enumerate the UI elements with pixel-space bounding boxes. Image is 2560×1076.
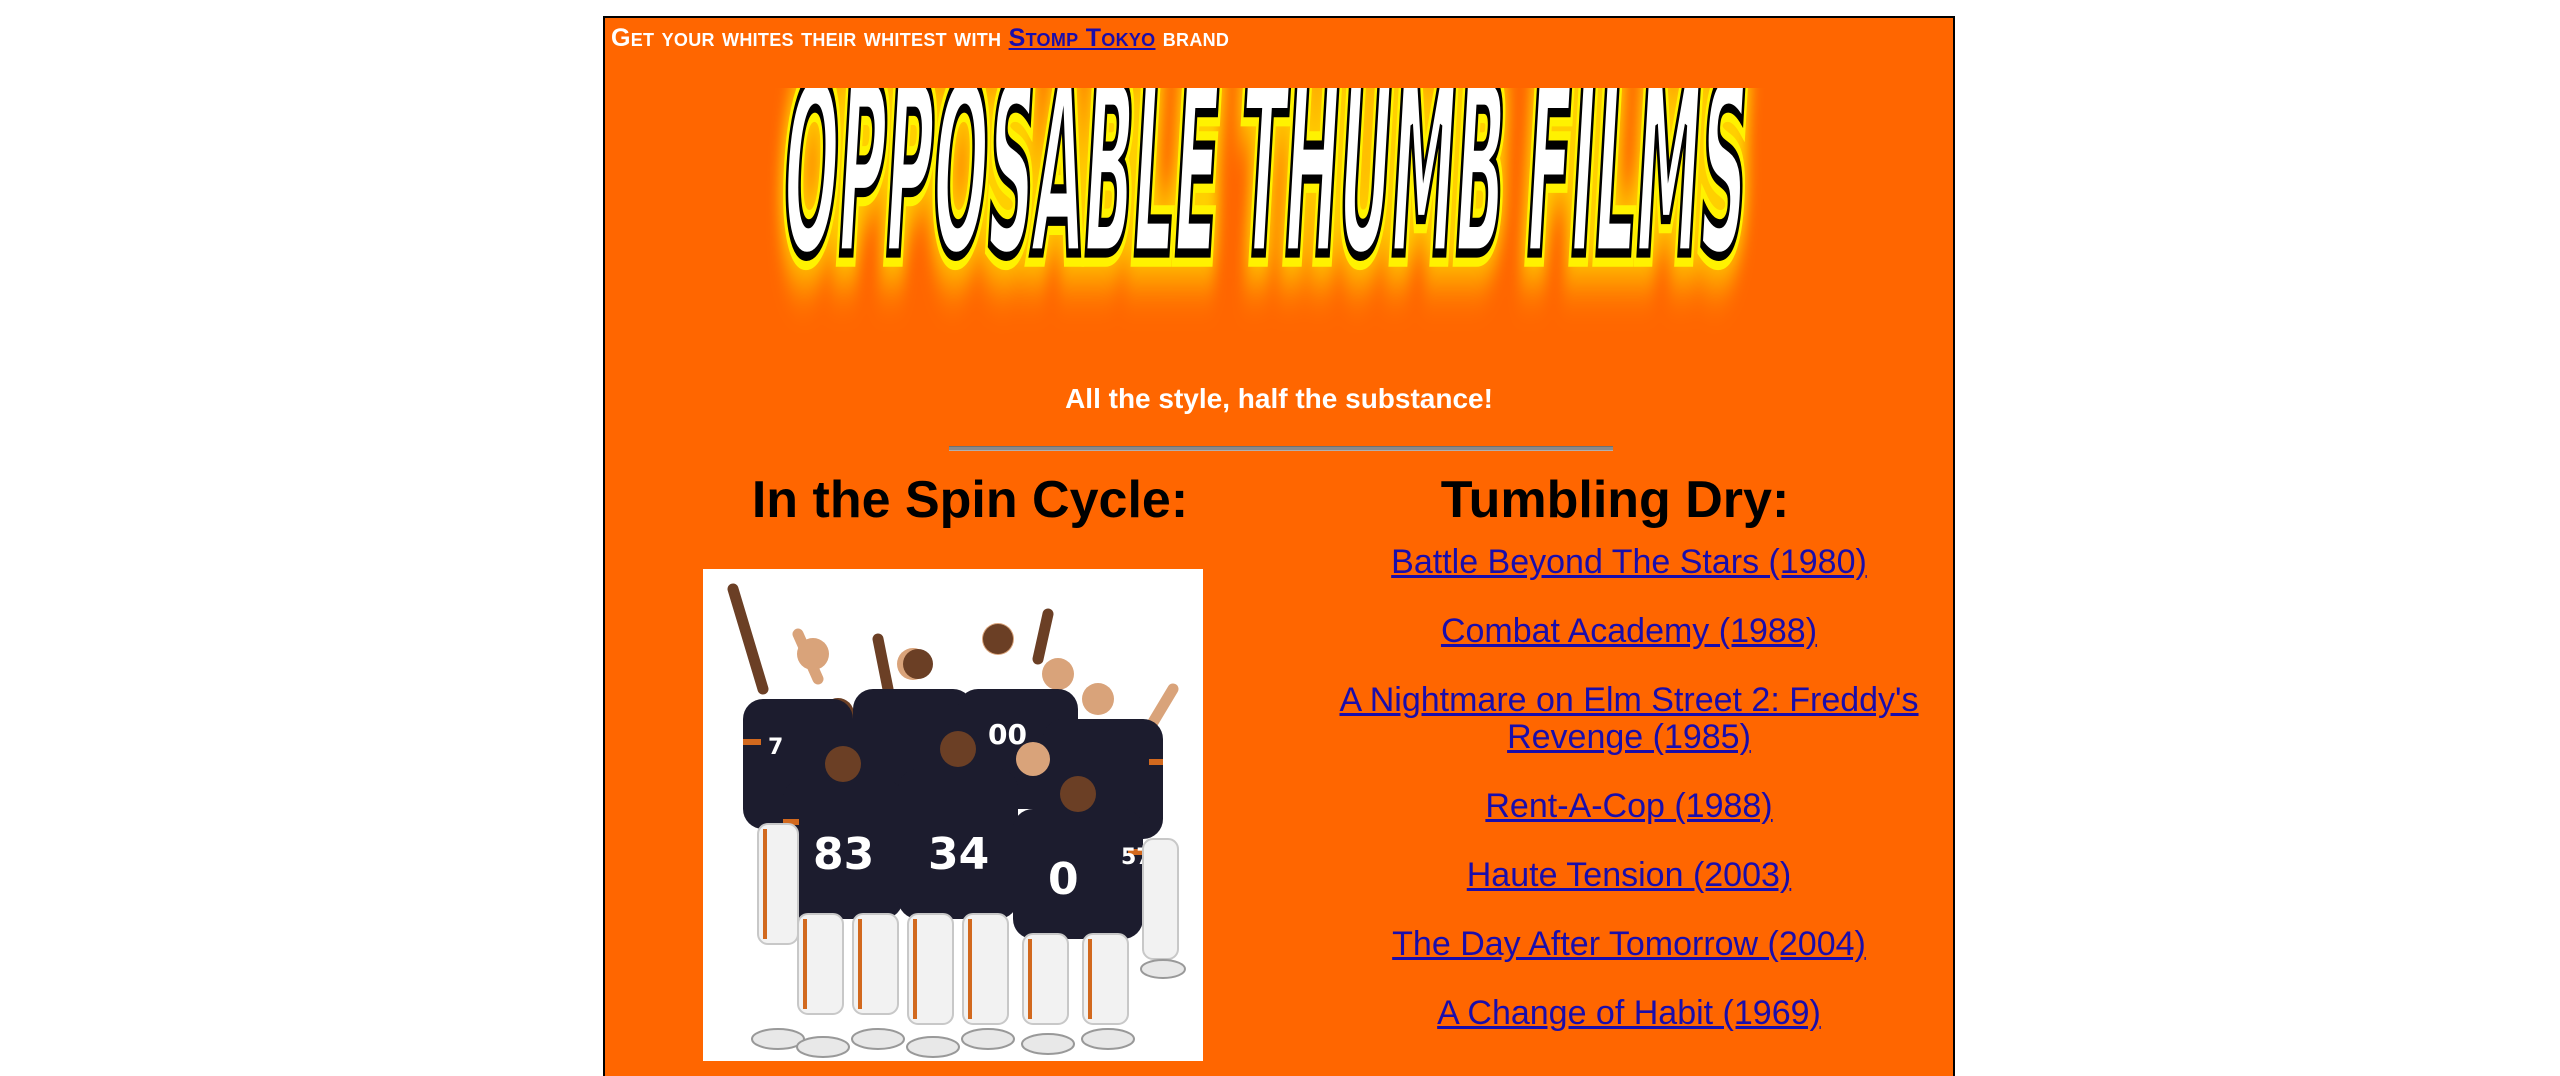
svg-text:34: 34 bbox=[928, 829, 989, 880]
promo-banner: Get your whites their whitest with Stomp… bbox=[611, 24, 1229, 53]
divider-rule bbox=[949, 446, 1613, 451]
svg-text:00: 00 bbox=[988, 718, 1027, 751]
team-photo-illustration: 83 34 0 00 7 57 bbox=[703, 569, 1203, 1061]
tagline: All the style, half the substance! bbox=[1065, 383, 1493, 414]
film-link[interactable]: A Nightmare on Elm Street 2: Freddy's Re… bbox=[1339, 681, 1918, 756]
site-logo: OPPOSABLE THUMB FILMS OPPOSABLE THUMB FI… bbox=[611, 88, 1911, 358]
page-container: Get your whites their whitest with Stomp… bbox=[603, 16, 1955, 1076]
svg-text:0: 0 bbox=[1048, 854, 1079, 905]
film-list: Battle Beyond The Stars (1980) Combat Ac… bbox=[1305, 544, 1953, 1064]
tumbling-dry-heading: Tumbling Dry: bbox=[1440, 471, 1790, 529]
list-item: A Nightmare on Elm Street 2: Freddy's Re… bbox=[1305, 682, 1953, 756]
spin-cycle-photo[interactable]: 83 34 0 00 7 57 bbox=[703, 569, 1203, 1061]
svg-text:7: 7 bbox=[768, 735, 783, 760]
list-item: Battle Beyond The Stars (1980) bbox=[1305, 544, 1953, 581]
film-link[interactable]: The Day After Tomorrow (2004) bbox=[1392, 925, 1866, 963]
stomp-tokyo-link[interactable]: Stomp Tokyo bbox=[1009, 24, 1156, 52]
film-link[interactable]: Rent-A-Cop (1988) bbox=[1485, 787, 1772, 825]
film-link[interactable]: Combat Academy (1988) bbox=[1441, 612, 1817, 650]
list-item: The Day After Tomorrow (2004) bbox=[1305, 926, 1953, 963]
promo-prefix: Get your whites their whitest with bbox=[611, 24, 1002, 52]
spin-cycle-heading: In the Spin Cycle: bbox=[751, 471, 1189, 529]
logo-text: OPPOSABLE THUMB FILMS bbox=[776, 88, 1755, 310]
svg-text:83: 83 bbox=[813, 829, 874, 880]
list-item: Rent-A-Cop (1988) bbox=[1305, 788, 1953, 825]
film-link[interactable]: A Change of Habit (1969) bbox=[1437, 994, 1821, 1032]
list-item: A Change of Habit (1969) bbox=[1305, 995, 1953, 1032]
list-item: Combat Academy (1988) bbox=[1305, 613, 1953, 650]
film-link[interactable]: Haute Tension (2003) bbox=[1467, 856, 1791, 894]
film-link[interactable]: Battle Beyond The Stars (1980) bbox=[1391, 543, 1867, 581]
promo-suffix: brand bbox=[1162, 24, 1230, 52]
list-item: Haute Tension (2003) bbox=[1305, 857, 1953, 894]
